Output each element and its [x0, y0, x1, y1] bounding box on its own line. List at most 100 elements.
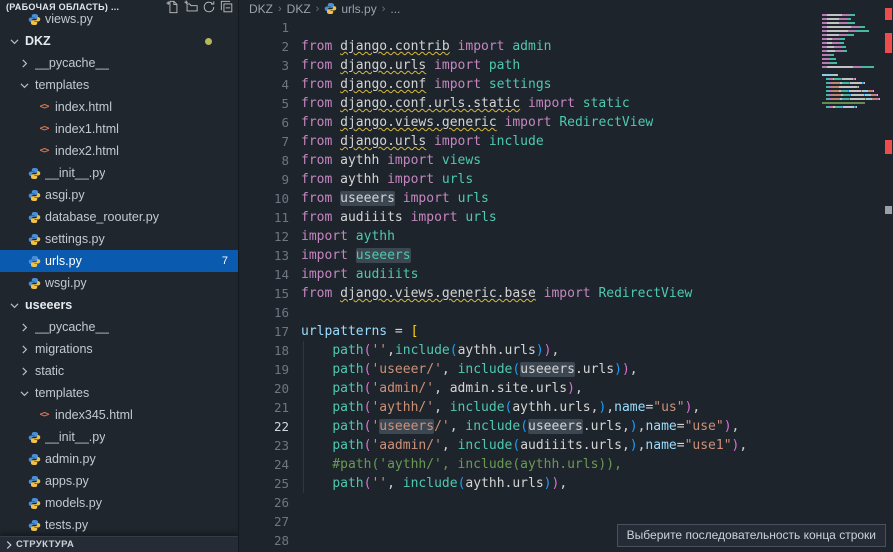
- tree-item-label: __pycache__: [35, 56, 109, 70]
- minimap[interactable]: [822, 10, 884, 122]
- tree-file-apps.py[interactable]: apps.py: [0, 470, 238, 492]
- new-folder-icon[interactable]: [183, 0, 198, 14]
- html-icon: <>: [36, 407, 52, 423]
- tree-folder-DKZ[interactable]: DKZ: [0, 30, 238, 52]
- line-number[interactable]: 12: [239, 227, 289, 246]
- line-number[interactable]: 4: [239, 75, 289, 94]
- tree-file-index345.html[interactable]: <>index345.html: [0, 404, 238, 426]
- tree-file-index2.html[interactable]: <>index2.html: [0, 140, 238, 162]
- new-file-icon[interactable]: [165, 0, 180, 14]
- line-number[interactable]: 2: [239, 37, 289, 56]
- code-line-6[interactable]: 6from django.views.generic import Redire…: [239, 113, 822, 132]
- tree-file-asgi.py[interactable]: asgi.py: [0, 184, 238, 206]
- line-number[interactable]: 13: [239, 246, 289, 265]
- line-number[interactable]: 19: [239, 360, 289, 379]
- code-line-13[interactable]: 13import useeers: [239, 246, 822, 265]
- tree-file-settings.py[interactable]: settings.py: [0, 228, 238, 250]
- tree-folder-static[interactable]: static: [0, 360, 238, 382]
- tree-file-admin.py[interactable]: admin.py: [0, 448, 238, 470]
- outline-section-title: СТРУКТУРА: [16, 539, 74, 550]
- line-number[interactable]: 6: [239, 113, 289, 132]
- tree-file-__init__.py[interactable]: __init__.py: [0, 162, 238, 184]
- tree-file-index.html[interactable]: <>index.html: [0, 96, 238, 118]
- code-line-15[interactable]: 15from django.views.generic.base import …: [239, 284, 822, 303]
- tree-file-tests.py[interactable]: tests.py: [0, 514, 238, 536]
- code-line-8[interactable]: 8from aythh import views: [239, 151, 822, 170]
- line-number[interactable]: 5: [239, 94, 289, 113]
- chevron-down-icon: [16, 77, 32, 93]
- code-line-26[interactable]: 26: [239, 493, 822, 512]
- code-line-4[interactable]: 4from django.conf import settings: [239, 75, 822, 94]
- code-area[interactable]: 12from django.contrib import admin3from …: [239, 18, 822, 550]
- code-line-1[interactable]: 1: [239, 18, 822, 37]
- line-number[interactable]: 1: [239, 18, 289, 37]
- breadcrumb-item-urls.py[interactable]: urls.py: [341, 2, 376, 16]
- code-line-18[interactable]: 18 path('',include(aythh.urls)),: [239, 341, 822, 360]
- code-line-23[interactable]: 23 path('aadmin/', include(audiiits.urls…: [239, 436, 822, 455]
- code-line-16[interactable]: 16: [239, 303, 822, 322]
- tree-item-label: index.html: [55, 100, 112, 114]
- collapse-all-icon[interactable]: [219, 0, 234, 14]
- line-number[interactable]: 9: [239, 170, 289, 189]
- tree-file-__init__.py[interactable]: __init__.py: [0, 426, 238, 448]
- breadcrumb-item-...[interactable]: ...: [390, 2, 400, 16]
- line-number[interactable]: 27: [239, 512, 289, 531]
- code-line-25[interactable]: 25 path('', include(aythh.urls)),: [239, 474, 822, 493]
- tree-folder-__pycache__[interactable]: __pycache__: [0, 316, 238, 338]
- code-line-3[interactable]: 3from django.urls import path: [239, 56, 822, 75]
- chevron-right-icon: [16, 319, 32, 335]
- code-line-21[interactable]: 21 path('aythh/', include(aythh.urls,),n…: [239, 398, 822, 417]
- code-line-22[interactable]: 22 path('useeers/', include(useeers.urls…: [239, 417, 822, 436]
- line-number[interactable]: 16: [239, 303, 289, 322]
- tree-folder-templates[interactable]: templates: [0, 382, 238, 404]
- code-line-9[interactable]: 9from aythh import urls: [239, 170, 822, 189]
- line-number[interactable]: 3: [239, 56, 289, 75]
- line-number[interactable]: 28: [239, 531, 289, 550]
- line-number[interactable]: 11: [239, 208, 289, 227]
- code-line-2[interactable]: 2from django.contrib import admin: [239, 37, 822, 56]
- line-number[interactable]: 24: [239, 455, 289, 474]
- breadcrumb-item-DKZ[interactable]: DKZ: [249, 2, 273, 16]
- code-line-11[interactable]: 11from audiiits import urls: [239, 208, 822, 227]
- overview-ruler[interactable]: [884, 0, 893, 552]
- tree-folder-useeers[interactable]: useeers: [0, 294, 238, 316]
- code-text: path('aythh/', include(aythh.urls,),name…: [289, 398, 700, 417]
- line-number[interactable]: 17: [239, 322, 289, 341]
- tree-file-index1.html[interactable]: <>index1.html: [0, 118, 238, 140]
- line-number[interactable]: 26: [239, 493, 289, 512]
- code-line-19[interactable]: 19 path('useeer/', include(useeers.urls)…: [239, 360, 822, 379]
- line-number[interactable]: 7: [239, 132, 289, 151]
- line-number[interactable]: 8: [239, 151, 289, 170]
- line-number[interactable]: 23: [239, 436, 289, 455]
- line-number[interactable]: 14: [239, 265, 289, 284]
- explorer-section-header[interactable]: (РАБОЧАЯ ОБЛАСТЬ) ...: [0, 0, 238, 13]
- tree-file-database_roouter.py[interactable]: database_roouter.py: [0, 206, 238, 228]
- tree-item-label: __init__.py: [45, 430, 105, 444]
- tree-folder-migrations[interactable]: migrations: [0, 338, 238, 360]
- code-line-17[interactable]: 17urlpatterns = [: [239, 322, 822, 341]
- refresh-icon[interactable]: [201, 0, 216, 14]
- code-line-7[interactable]: 7from django.urls import include: [239, 132, 822, 151]
- code-line-10[interactable]: 10from useeers import urls: [239, 189, 822, 208]
- code-line-12[interactable]: 12import aythh: [239, 227, 822, 246]
- line-number[interactable]: 10: [239, 189, 289, 208]
- python-icon: [26, 165, 42, 181]
- breadcrumb-item-DKZ[interactable]: DKZ: [287, 2, 311, 16]
- tree-folder-__pycache__[interactable]: __pycache__: [0, 52, 238, 74]
- tree-file-wsgi.py[interactable]: wsgi.py: [0, 272, 238, 294]
- code-line-14[interactable]: 14import audiiits: [239, 265, 822, 284]
- line-number[interactable]: 20: [239, 379, 289, 398]
- line-number[interactable]: 15: [239, 284, 289, 303]
- code-line-24[interactable]: 24 #path('aythh/', include(aythh.urls)),: [239, 455, 822, 474]
- code-text: #path('aythh/', include(aythh.urls)),: [289, 455, 622, 474]
- code-line-20[interactable]: 20 path('admin/', admin.site.urls),: [239, 379, 822, 398]
- tree-file-urls.py[interactable]: urls.py7: [0, 250, 238, 272]
- code-line-5[interactable]: 5from django.conf.urls.static import sta…: [239, 94, 822, 113]
- line-number[interactable]: 18: [239, 341, 289, 360]
- tree-folder-templates[interactable]: templates: [0, 74, 238, 96]
- line-number[interactable]: 25: [239, 474, 289, 493]
- tree-file-models.py[interactable]: models.py: [0, 492, 238, 514]
- line-number[interactable]: 21: [239, 398, 289, 417]
- outline-section-header[interactable]: СТРУКТУРА: [0, 536, 238, 552]
- line-number[interactable]: 22: [239, 417, 289, 436]
